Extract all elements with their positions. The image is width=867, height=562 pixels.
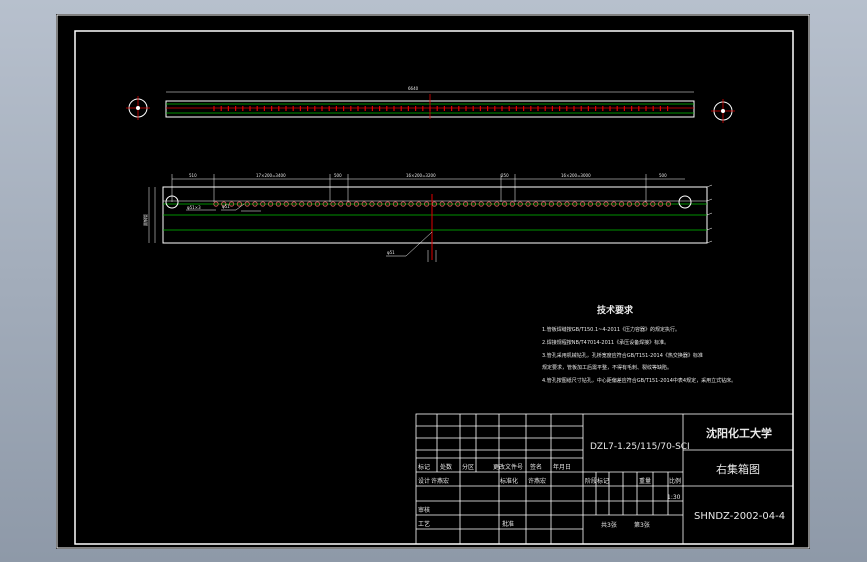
label-process: 工艺 [418,520,430,528]
notes-line-2: 2.焊接规程按NB/T47014-2011《承压设备焊接》标准。 [542,339,669,346]
dim-d2: 500 [334,173,342,178]
notes-line-4: 规定要求，管板加工后需平整，不得有毛刺、裂纹等缺陷。 [542,364,672,371]
dim-d1: 510 [189,173,197,178]
top-view-hole-row [213,106,669,111]
dim-pitch-left: 17×200=3400 [256,173,286,178]
label-check: 审核 [418,506,430,514]
hole-note-3: φ51 [387,250,395,255]
sheet-number: 第3张 [634,521,650,529]
label-design: 设计 [418,477,430,485]
label-mark: 标记 [418,463,430,471]
right-end-symbol [711,99,735,123]
dim-overall: 6640 [408,86,419,91]
label-weight: 重量 [639,477,651,485]
dim-left-vertical: 圆钢管 [142,214,148,226]
dim-pitch-right: 16×200=3000 [561,173,591,178]
notes-line-5: 4.管孔按图纸尺寸钻孔，中心距偏差应符合GB/T151-2014中表4规定，采用… [542,377,736,384]
drawing-viewport[interactable]: 6640 510 17×200=3400 500 16×200=3200 250… [56,14,810,549]
notes-line-1: 1.管板焊缝按GB/T150.1~4-2011《压力容器》的规定执行。 [542,326,680,333]
front-view: 510 17×200=3400 500 16×200=3200 250 16×2… [142,173,713,262]
hole-note-2: φ51 [222,204,230,209]
drawing-number: SHNDZ-2002-04-4 [694,511,785,522]
dim-d4: 500 [659,173,667,178]
label-standardize: 标准化 [500,477,518,485]
sheet-border [56,14,810,549]
model-code: DZL7-1.25/115/70-SCI [590,442,690,452]
technical-notes: 技术要求 1.管板焊缝按GB/T150.1~4-2011《压力容器》的规定执行。… [542,304,736,384]
drawing-name: 右集箱图 [716,462,760,476]
scale-value: 1:30 [667,494,681,501]
label-ratio: 比例 [669,477,681,485]
designer-name: 许燕宏 [431,477,449,485]
sheets-total: 共3张 [601,521,617,529]
label-sign: 签名 [530,463,542,471]
label-zone: 分区 [462,463,474,471]
label-date: 年月日 [553,463,571,471]
left-end-symbol [126,96,150,120]
standardizer-name: 许燕宏 [528,477,546,485]
label-stage-mark: 阶段标记 [585,477,609,485]
front-right-end-hole [678,195,692,209]
cad-drawing: 6640 510 17×200=3400 500 16×200=3200 250… [56,14,810,549]
hole-note-1: φ51×3 [187,205,201,210]
notes-title: 技术要求 [597,304,634,316]
notes-line-3: 3.管孔采用机械钻孔，孔桥宽度应符合GB/T151-2014《热交换器》标准 [542,352,703,359]
label-approve: 批准 [502,520,514,528]
university-name: 沈阳化工大学 [706,426,772,440]
label-count: 处数 [440,463,452,471]
label-change-doc: 更改文件号 [493,463,523,471]
leader-callouts: φ51×3 φ51 φ51 [186,203,437,262]
title-block-text: DZL7-1.25/115/70-SCI 沈阳化工大学 右集箱图 SHNDZ-2… [418,426,785,529]
dim-d3: 250 [501,173,509,178]
top-view: 6640 [126,86,735,123]
dim-pitch-mid: 16×200=3200 [406,173,436,178]
right-tick-marks [706,184,713,244]
